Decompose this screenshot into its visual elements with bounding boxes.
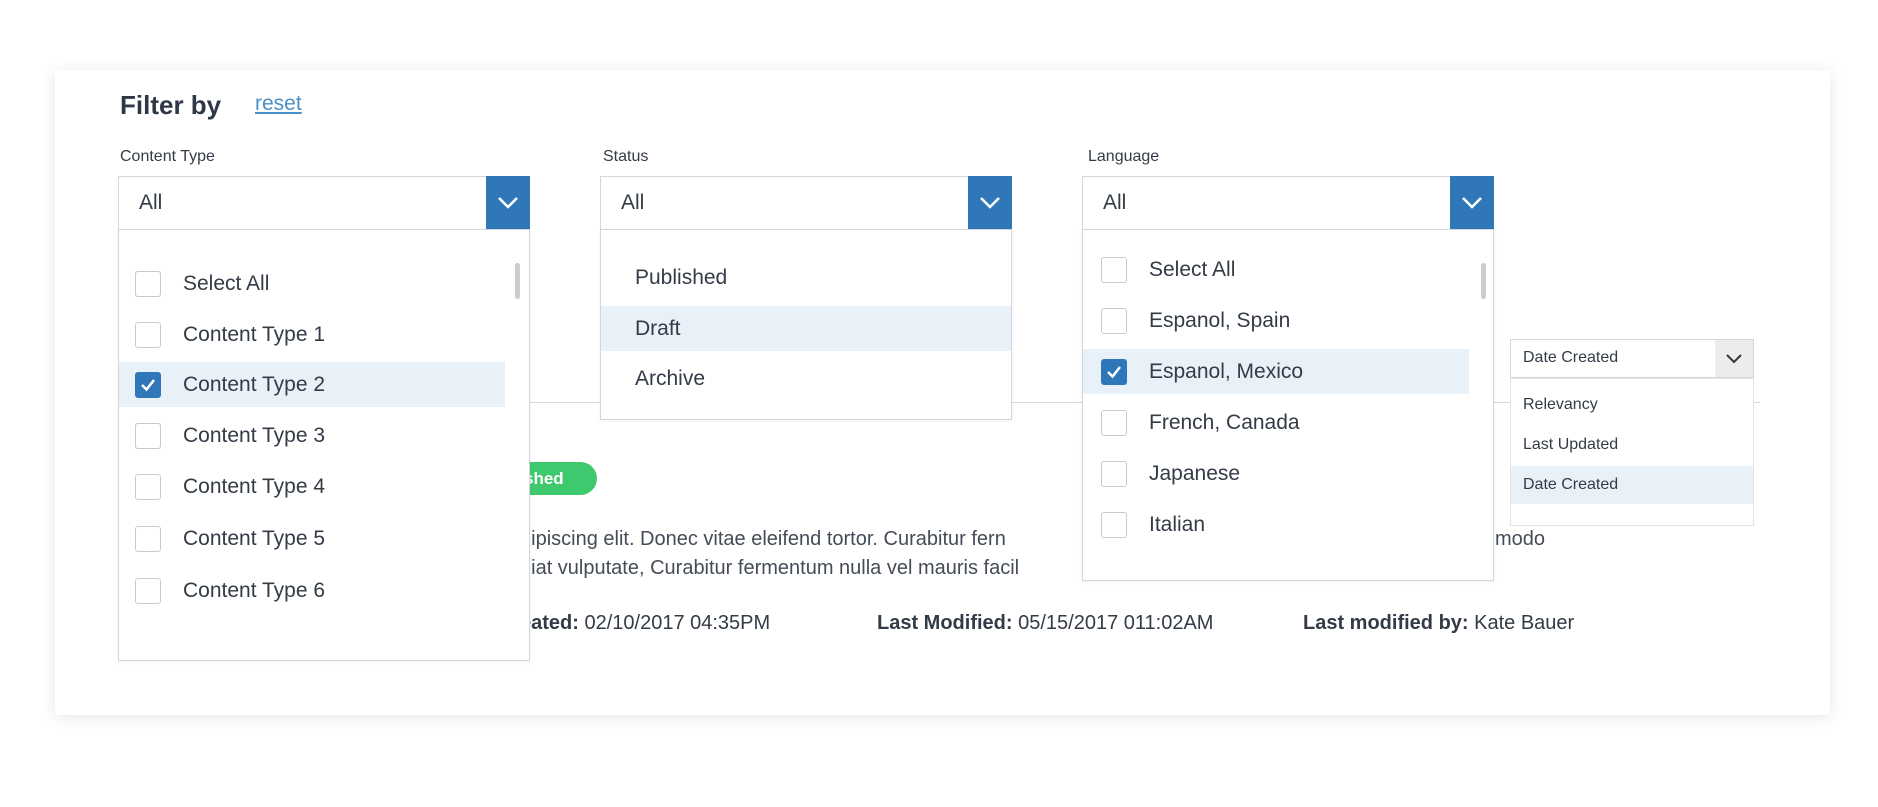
result-description-line1-tail: modo xyxy=(1495,528,1546,550)
content-type-option[interactable]: Content Type 5 xyxy=(119,516,505,561)
checkbox-checked[interactable] xyxy=(135,371,161,398)
reset-link[interactable]: reset xyxy=(255,92,302,116)
checkbox[interactable] xyxy=(135,270,161,297)
language-option[interactable]: French, Canada xyxy=(1083,400,1469,445)
status-option[interactable]: Published xyxy=(601,255,1011,300)
chevron-down-icon[interactable] xyxy=(486,176,530,230)
chevron-down-icon[interactable] xyxy=(968,176,1012,230)
language-option-selected[interactable]: Espanol, Mexico xyxy=(1083,349,1469,394)
checkbox[interactable] xyxy=(1101,256,1127,283)
chevron-down-icon[interactable] xyxy=(1450,176,1494,230)
sort-dropdown: Relevancy Last Updated Date Created xyxy=(1510,378,1754,526)
modified-meta: Last Modified: 05/15/2017 011:02AM xyxy=(877,612,1213,635)
result-description-line2: giat vulputate, Curabitur fermentum null… xyxy=(520,557,1020,579)
content-type-option[interactable]: Content Type 6 xyxy=(119,568,505,613)
language-option[interactable]: Japanese xyxy=(1083,451,1469,496)
sort-select[interactable]: Date Created xyxy=(1510,339,1754,378)
status-value: All xyxy=(621,191,645,214)
content-type-option[interactable]: Content Type 1 xyxy=(119,312,505,357)
modified-label: Last Modified: xyxy=(877,612,1013,634)
created-value: 02/10/2017 04:35PM xyxy=(584,612,771,634)
language-option[interactable]: Select All xyxy=(1083,247,1469,292)
checkbox[interactable] xyxy=(135,577,161,604)
sort-option[interactable]: Last Updated xyxy=(1511,426,1753,464)
status-dropdown: Published Draft Archive xyxy=(600,229,1012,420)
content-type-select[interactable]: All xyxy=(118,176,530,230)
scrollbar[interactable] xyxy=(515,263,520,299)
checkbox[interactable] xyxy=(1101,307,1127,334)
status-label: Status xyxy=(603,148,649,165)
created-meta: eated: 02/10/2017 04:35PM xyxy=(520,612,770,635)
status-option-selected[interactable]: Draft xyxy=(601,306,1011,351)
content-type-option[interactable]: Select All xyxy=(119,261,505,306)
check-icon xyxy=(141,378,155,391)
checkbox-checked[interactable] xyxy=(1101,358,1127,385)
checkbox[interactable] xyxy=(1101,511,1127,538)
modified-by-meta: Last modified by: Kate Bauer xyxy=(1303,612,1574,635)
sort-option-selected[interactable]: Date Created xyxy=(1511,466,1753,504)
language-option[interactable]: Espanol, Spain xyxy=(1083,298,1469,343)
language-value: All xyxy=(1103,191,1127,214)
content-type-option[interactable]: Content Type 3 xyxy=(119,413,505,458)
scrollbar[interactable] xyxy=(1481,263,1486,299)
checkbox[interactable] xyxy=(135,473,161,500)
language-label: Language xyxy=(1088,148,1160,165)
status-badge: shed xyxy=(520,462,597,495)
content-type-dropdown: Select All Content Type 1 Content Type 2… xyxy=(118,229,530,661)
modified-value: 05/15/2017 011:02AM xyxy=(1018,612,1214,634)
content-type-option[interactable]: Content Type 4 xyxy=(119,464,505,509)
modified-by-label: Last modified by: xyxy=(1303,612,1469,634)
checkbox[interactable] xyxy=(135,422,161,449)
checkbox[interactable] xyxy=(1101,460,1127,487)
status-select[interactable]: All xyxy=(600,176,1012,230)
checkbox[interactable] xyxy=(135,525,161,552)
language-select[interactable]: All xyxy=(1082,176,1494,230)
language-dropdown: Select All Espanol, Spain Espanol, Mexic… xyxy=(1082,229,1494,581)
filter-title: Filter by xyxy=(120,90,222,120)
language-option[interactable]: Italian xyxy=(1083,502,1469,547)
checkbox[interactable] xyxy=(1101,409,1127,436)
sort-value: Date Created xyxy=(1523,349,1619,366)
checkbox[interactable] xyxy=(135,321,161,348)
modified-by-value: Kate Bauer xyxy=(1474,612,1575,634)
content-type-value: All xyxy=(139,191,163,214)
content-type-option-selected[interactable]: Content Type 2 xyxy=(119,362,505,407)
sort-option[interactable]: Relevancy xyxy=(1511,386,1753,424)
check-icon xyxy=(1107,365,1121,378)
chevron-down-icon[interactable] xyxy=(1715,340,1753,377)
result-description-line1: dipiscing elit. Donec vitae eleifend tor… xyxy=(520,528,1006,550)
status-option[interactable]: Archive xyxy=(601,356,1011,401)
content-type-label: Content Type xyxy=(120,148,215,165)
